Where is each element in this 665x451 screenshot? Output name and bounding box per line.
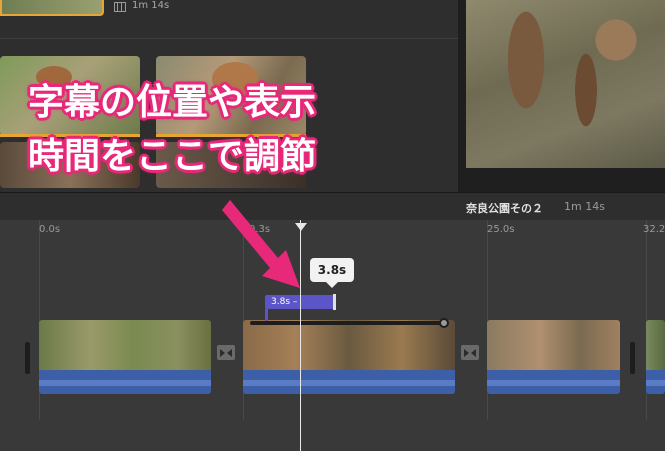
clip-edge-handle[interactable] [630, 342, 635, 374]
clip-video [39, 320, 211, 370]
ruler-label: 0.0s [39, 224, 61, 235]
annotation-arrow-icon [222, 200, 300, 288]
project-title: 奈良公園その２ [466, 202, 543, 215]
viewer [458, 0, 665, 192]
clip-audio [39, 370, 211, 394]
ruler-label: 25.0s [487, 224, 515, 235]
clip-audio [646, 370, 665, 394]
clip-audio [487, 370, 620, 394]
ruler-label: 32.2 [643, 224, 665, 235]
imovie-window: 1m 14s 字幕の位置や表示 時間をここで調節 奈良公園その２ 1m 14s … [0, 0, 665, 451]
project-duration: 1m 14s [564, 200, 605, 213]
clip-duration: 1m 14s [132, 0, 170, 11]
transition-icon[interactable] [461, 345, 479, 360]
title-trim-handle[interactable] [333, 294, 336, 310]
divider [0, 38, 458, 39]
annotation-line-1: 字幕の位置や表示 [28, 82, 317, 123]
annotation-callout: 字幕の位置や表示 時間をここで調節 [28, 78, 388, 182]
timeline-clip[interactable] [487, 320, 620, 394]
clip-video [646, 320, 665, 370]
clip-thumbnail-selected[interactable] [0, 0, 104, 16]
title-connector [265, 309, 268, 321]
title-clip-label: 3.8s – [271, 297, 298, 307]
transition-icon[interactable] [217, 345, 235, 360]
clip-audio [243, 370, 455, 394]
title-range-knob[interactable] [439, 318, 449, 328]
timeline-clip[interactable] [646, 320, 665, 394]
clip-video [243, 320, 455, 370]
timeline-clip[interactable] [39, 320, 211, 394]
title-range-track[interactable] [250, 321, 443, 325]
clip-video [487, 320, 620, 370]
clip-edge-handle[interactable] [25, 342, 30, 374]
film-icon [114, 2, 126, 12]
duration-tooltip: 3.8s [310, 258, 354, 288]
timeline-clip[interactable] [243, 320, 455, 394]
annotation-line-2: 時間をここで調節 [28, 136, 317, 177]
project-bar: 奈良公園その２ 1m 14s [0, 192, 665, 220]
viewer-frame [466, 0, 665, 168]
timeline[interactable]: 0.0s 0.3s 25.0s 32.2 3.8s – 3.8s [0, 220, 665, 451]
